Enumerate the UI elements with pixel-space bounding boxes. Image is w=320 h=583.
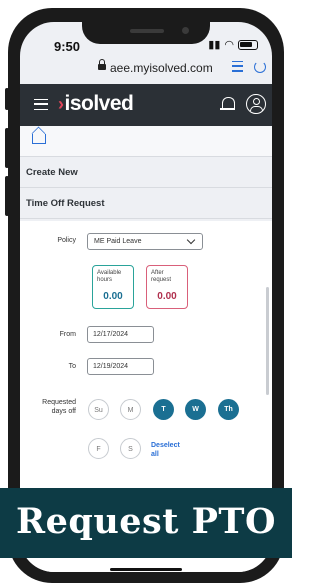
from-date-input[interactable]: 12/17/2024	[87, 326, 154, 343]
policy-label: Policy	[57, 237, 76, 244]
phone-volume-down-button	[5, 176, 9, 216]
day-su-toggle[interactable]: Su	[88, 399, 109, 420]
day-f-toggle[interactable]: F	[88, 438, 109, 459]
home-icon[interactable]	[32, 134, 46, 144]
lock-icon	[98, 59, 106, 70]
day-w-toggle[interactable]: W	[185, 399, 206, 420]
brand-mark: ›	[58, 94, 64, 114]
day-m-toggle[interactable]: M	[120, 399, 141, 420]
after-request-value: 0.00	[157, 291, 177, 302]
brand-logo[interactable]: ›isolved	[58, 92, 134, 116]
bell-icon[interactable]	[220, 97, 235, 110]
requested-days-label: Requested days off	[42, 399, 76, 415]
signal-icon: ▮▮	[208, 39, 221, 51]
reload-icon[interactable]	[254, 61, 266, 73]
to-date-input[interactable]: 12/19/2024	[87, 358, 154, 375]
time-off-request-label: Time Off Request	[26, 198, 105, 209]
battery-icon	[238, 39, 258, 50]
menu-icon[interactable]	[34, 99, 48, 110]
time-off-request-row[interactable]: Time Off Request	[20, 188, 272, 219]
available-hours-label: Available hours	[97, 270, 122, 283]
to-label: To	[68, 363, 76, 370]
day-t-toggle[interactable]: T	[153, 399, 174, 420]
deselect-all-link[interactable]: Deselect all	[151, 441, 180, 459]
from-label: From	[59, 331, 76, 338]
from-date-value: 12/17/2024	[93, 331, 129, 338]
home-indicator[interactable]	[110, 568, 182, 571]
policy-select[interactable]: ME Paid Leave	[87, 233, 203, 250]
create-new-row[interactable]: Create New	[20, 157, 272, 188]
user-icon[interactable]	[246, 94, 266, 114]
wifi-icon: ◠	[224, 39, 234, 51]
available-hours-card: Available hours 0.00	[92, 265, 134, 309]
status-time: 9:50	[54, 39, 81, 54]
after-request-label: After request	[151, 270, 172, 283]
to-date-value: 12/19/2024	[93, 363, 129, 370]
chevron-down-icon	[186, 235, 196, 245]
after-request-card: After request 0.00	[146, 265, 188, 309]
status-icons: ▮▮ ◠	[208, 38, 258, 51]
breadcrumb-bar	[20, 126, 272, 157]
banner-title: Request PTO	[16, 501, 276, 542]
policy-value: ME Paid Leave	[94, 238, 142, 245]
brand-name: isolved	[64, 92, 134, 115]
create-new-label: Create New	[26, 167, 78, 178]
tabs-icon[interactable]	[232, 61, 243, 73]
request-pto-banner: Request PTO	[0, 488, 292, 558]
phone-side-button	[5, 88, 9, 110]
status-bar: 9:50 ▮▮ ◠	[20, 22, 272, 54]
browser-url-bar[interactable]: aee.myisolved.com	[20, 56, 272, 82]
app-header: ›isolved	[20, 84, 272, 126]
day-th-toggle[interactable]: Th	[218, 399, 239, 420]
available-hours-value: 0.00	[103, 291, 123, 302]
day-s-toggle[interactable]: S	[120, 438, 141, 459]
phone-volume-up-button	[5, 128, 9, 168]
url-text[interactable]: aee.myisolved.com	[110, 61, 213, 75]
scrollbar[interactable]	[266, 287, 269, 395]
